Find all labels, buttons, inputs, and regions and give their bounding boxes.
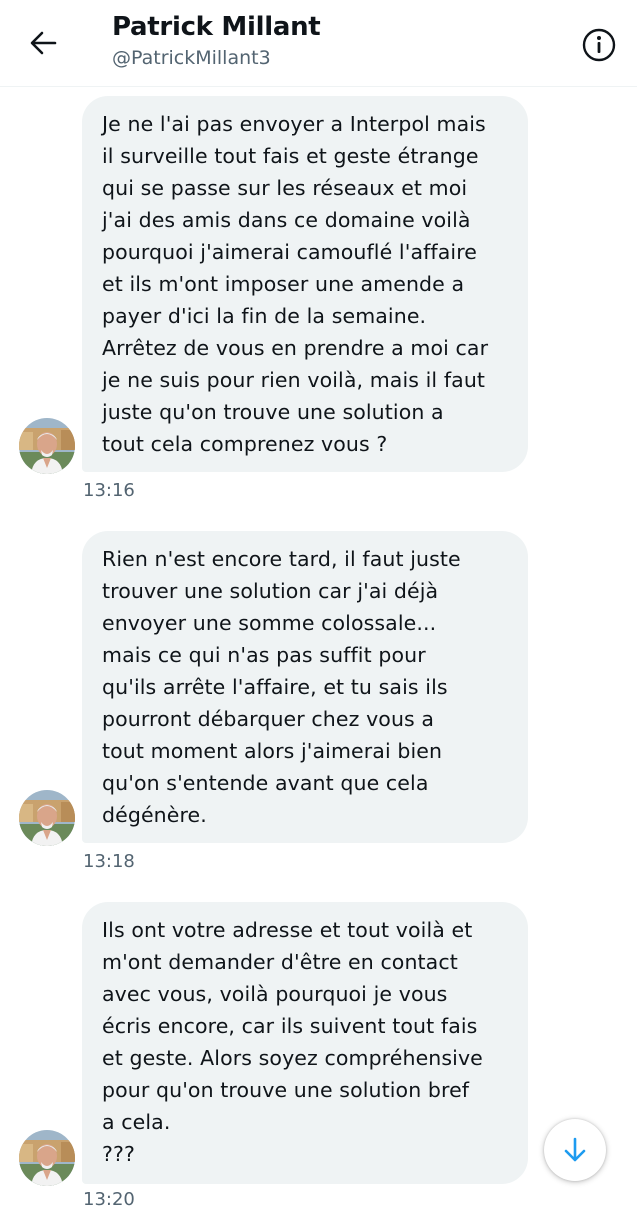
scroll-to-bottom-button[interactable]	[544, 1119, 606, 1181]
avatar[interactable]	[19, 418, 75, 474]
message-bubble[interactable]: Je ne l'ai pas envoyer a Interpol mais i…	[82, 96, 528, 472]
avatar-photo	[19, 790, 75, 846]
message-bubble[interactable]: Ils ont votre adresse et tout voilà et m…	[82, 902, 528, 1184]
message-timestamp: 13:18	[83, 851, 135, 872]
info-button[interactable]	[580, 26, 618, 64]
contact-handle: @PatrickMillant3	[112, 47, 271, 69]
contact-name: Patrick Millant	[112, 12, 321, 42]
arrow-down-icon	[564, 1137, 586, 1162]
message-bubble[interactable]: Rien n'est encore tard, il faut juste tr…	[82, 531, 528, 843]
avatar[interactable]	[19, 1130, 75, 1186]
back-button[interactable]	[26, 26, 60, 60]
avatar[interactable]	[19, 790, 75, 846]
conversation-header: Patrick Millant @PatrickMillant3	[0, 0, 637, 87]
contact-info[interactable]: Patrick Millant @PatrickMillant3	[112, 10, 321, 71]
info-icon	[582, 28, 616, 62]
avatar-photo	[19, 418, 75, 474]
message-timestamp: 13:16	[83, 480, 135, 501]
arrow-left-icon	[30, 31, 57, 55]
avatar-photo	[19, 1130, 75, 1186]
